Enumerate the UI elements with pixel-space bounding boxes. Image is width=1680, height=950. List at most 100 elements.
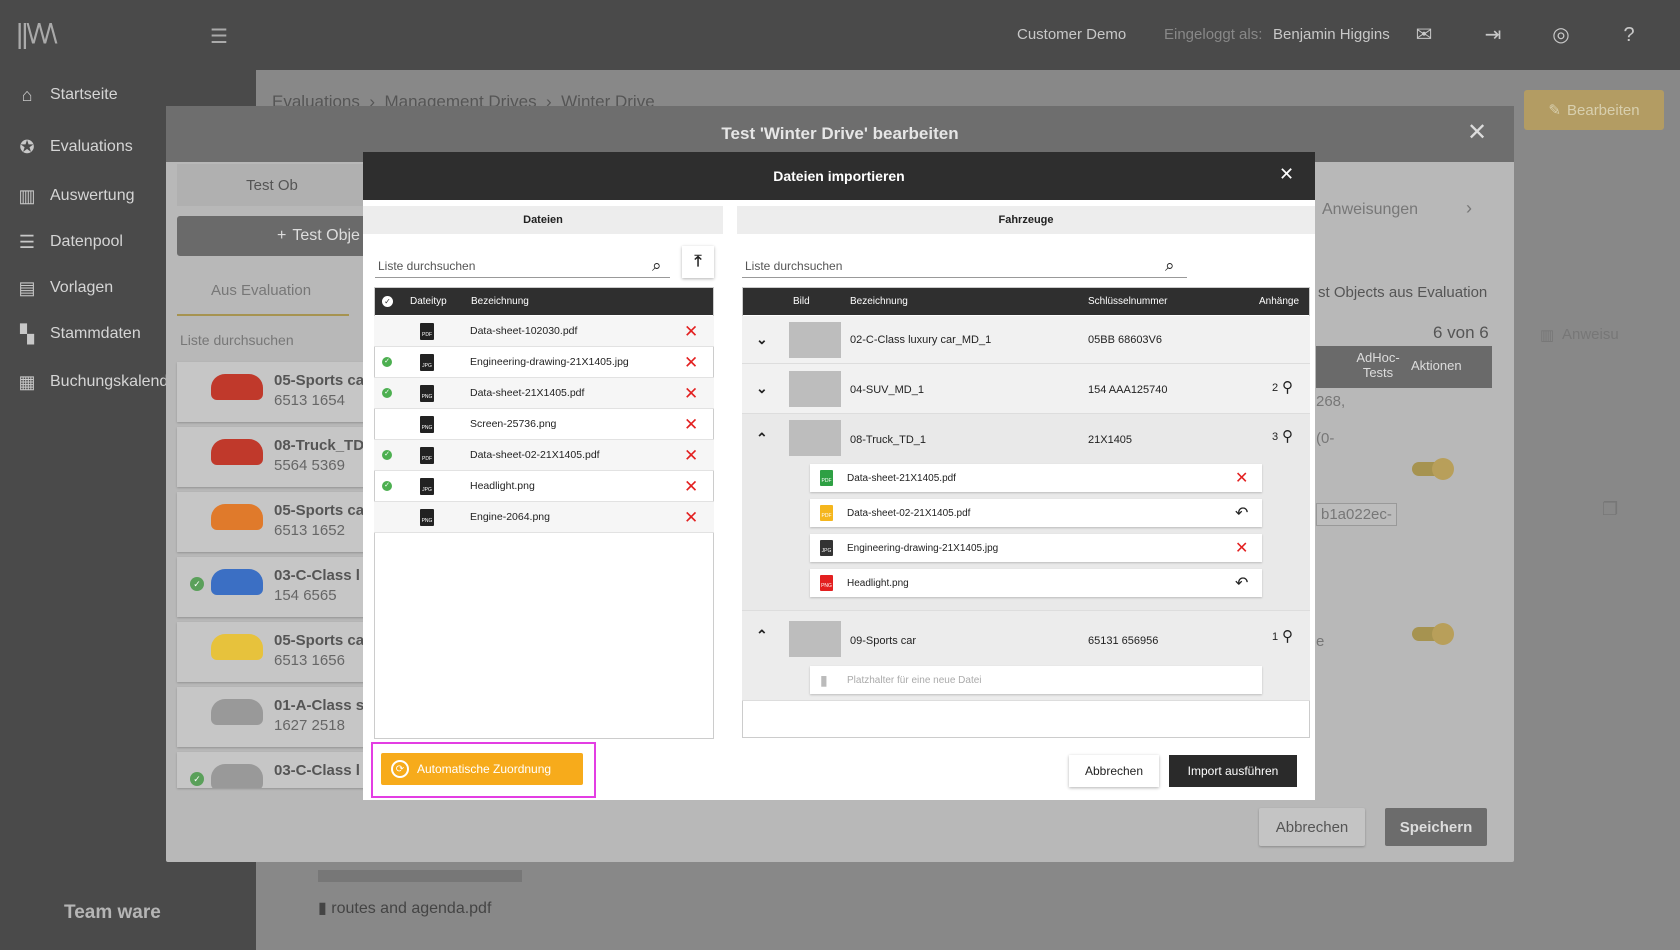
vehicle-card[interactable]: ✓ 03-C-Class l [177,752,367,788]
add-from-evaluation-button[interactable]: st Objects aus Evaluation [1318,284,1487,301]
tab-test-objects[interactable]: Test Ob [177,164,367,206]
sidebar-item-label: Auswertung [50,187,135,204]
vehicle-card[interactable]: 08-Truck_TD 5564 5369 [177,427,367,487]
close-icon[interactable]: ✕ [1279,164,1294,185]
file-row[interactable]: ✓ PNG Data-sheet-21X1405.pdf ✕ [374,378,714,409]
vehicle-card[interactable]: 01-A-Class s 1627 2518 [177,687,367,747]
search-icon[interactable]: ⌕ [652,256,662,276]
file-row[interactable]: ✓ JPG Headlight.png ✕ [374,471,714,502]
th-adhoc: AdHoc- Tests [1356,350,1400,380]
file-row[interactable]: PDF Data-sheet-102030.pdf ✕ [374,316,714,347]
attachment-name: Data-sheet-21X1405.pdf [847,472,956,484]
sidebar-item-datenpool[interactable]: ☰ Datenpool [16,227,123,257]
file-row[interactable]: PNG Engine-2064.png ✕ [374,502,714,533]
file-type-icon: PDF [420,322,434,340]
vehicle-row[interactable]: ⌄ 02-C-Class luxury car_MD_1 05BB 68603V… [742,316,1310,364]
sidebar-item-label: Evaluations [50,138,133,155]
tab-from-evaluation[interactable]: Aus Evaluation [211,282,311,299]
sidebar-item-auswertung[interactable]: ▥ Auswertung [16,181,135,211]
file-type-icon: JPG [820,540,833,556]
vehicle-key: 21X1405 [1088,434,1133,446]
file-row[interactable]: PNG Screen-25736.png ✕ [374,409,714,440]
file-name: Screen-25736.png [470,418,557,430]
vehicle-card[interactable]: 05-Sports ca 6513 1652 [177,492,367,552]
chevron-up-icon[interactable]: ⌃ [756,627,768,644]
search-input[interactable]: Liste durchsuchen [180,332,294,348]
paperclip-icon: ⚲ [1282,628,1293,645]
delete-icon[interactable]: ✕ [1235,468,1248,488]
sidebar-item-startseite[interactable]: ⌂ Startseite [16,80,118,110]
upload-button[interactable]: ⤒ [682,246,714,278]
vehicle-row[interactable]: ⌄ 04-SUV_MD_1 154 AAA125740 2 ⚲ [742,364,1310,414]
run-import-button[interactable]: Import ausführen [1169,755,1297,787]
attachment-item[interactable]: PNG Headlight.png ↶ [810,569,1262,597]
toggle-switch[interactable] [1412,458,1454,480]
attachment-item[interactable]: PDF Data-sheet-21X1405.pdf ✕ [810,464,1262,492]
toggle-switch[interactable] [1412,623,1454,645]
attachment-item[interactable]: JPG Engineering-drawing-21X1405.jpg ✕ [810,534,1262,562]
upload-icon: ⤒ [694,253,702,270]
file-icon: ▮ [318,900,327,917]
vehicle-card[interactable]: 05-Sports ca 6513 1654 [177,362,367,422]
sidebar-item-buchungskalender[interactable]: ▦ Buchungskalender [16,367,182,397]
logout-icon[interactable]: ⇥ [1480,22,1506,48]
vehicle-image [211,569,263,595]
tab-instructions[interactable]: Anweisungen [1322,201,1418,219]
globe-icon[interactable]: ◎ [1548,22,1574,48]
new-file-placeholder[interactable]: ▮ Platzhalter für eine neue Datei [810,666,1262,694]
vehicle-name: 08-Truck_TD [274,437,365,454]
file-add-icon: ▮ [820,671,828,688]
vehicle-name: 05-Sports ca [274,632,365,649]
delete-icon[interactable]: ✕ [684,354,698,371]
chevron-down-icon[interactable]: ⌄ [756,380,768,397]
list-icon: ☰ [18,231,36,252]
chevron-up-icon[interactable]: ⌃ [756,430,768,447]
sidebar-item-vorlagen[interactable]: ▤ Vorlagen [16,273,113,303]
menu-toggle-icon[interactable]: ☰ [210,24,228,49]
cancel-button[interactable]: Abbrechen [1259,808,1365,846]
sidebar-item-label: Stammdaten [50,325,141,342]
vehicle-image [211,439,263,465]
vehicle-name: 03-C-Class l [274,762,360,779]
text-fragment: (0- [1316,430,1335,447]
edit-button[interactable]: ✎ Bearbeiten [1524,90,1664,130]
delete-icon[interactable]: ✕ [684,478,698,495]
auto-assign-button[interactable]: ⟳ Automatische Zuordnung [381,753,583,785]
tab-instructions-2[interactable]: Anweisu [1562,326,1619,343]
vehicle-number: 5564 5369 [274,457,345,474]
attachment-item[interactable]: PDF Data-sheet-02-21X1405.pdf ↶ [810,499,1262,527]
vehicles-search-input[interactable]: Liste durchsuchen [742,248,1187,278]
cancel-button[interactable]: Abbrechen [1069,755,1159,787]
chevron-down-icon[interactable]: ⌄ [756,331,768,348]
search-icon[interactable]: ⌕ [1165,256,1175,276]
th-actions: Aktionen [1411,358,1462,373]
file-name: Headlight.png [470,480,535,492]
file-row[interactable]: ✓ JPG Engineering-drawing-21X1405.jpg ✕ [374,347,714,378]
delete-icon[interactable]: ✕ [684,385,698,402]
vehicle-card[interactable]: ✓ 03-C-Class l 154 6565 [177,557,367,617]
mail-icon[interactable]: ✉ [1411,22,1437,48]
attachment-preview [318,870,522,882]
delete-icon[interactable]: ✕ [684,323,698,340]
file-name: Data-sheet-102030.pdf [470,325,578,337]
undo-icon[interactable]: ↶ [1235,573,1248,593]
file-row[interactable]: ✓ PDF Data-sheet-02-21X1405.pdf ✕ [374,440,714,471]
delete-icon[interactable]: ✕ [684,509,698,526]
sidebar-item-stammdaten[interactable]: ▚ Stammdaten [16,319,141,349]
delete-icon[interactable]: ✕ [684,416,698,433]
vehicle-number: 6513 1654 [274,392,345,409]
save-button[interactable]: Speichern [1385,808,1487,846]
attachment-file[interactable]: ▮ routes and agenda.pdf [318,898,491,918]
sidebar-item-evaluations[interactable]: ✪ Evaluations [16,132,133,162]
calendar-icon: ▦ [18,371,36,392]
vehicle-card[interactable]: 05-Sports ca 6513 1656 [177,622,367,682]
copy-icon[interactable]: ❐ [1602,499,1618,520]
undo-icon[interactable]: ↶ [1235,503,1248,523]
add-test-object-button[interactable]: + Test Obje [177,216,367,256]
delete-icon[interactable]: ✕ [684,447,698,464]
delete-icon[interactable]: ✕ [1235,538,1248,558]
chevron-right-icon[interactable]: › [1466,198,1472,219]
close-icon[interactable]: ✕ [1467,118,1487,147]
help-icon[interactable]: ? [1616,22,1642,48]
files-search-input[interactable]: Liste durchsuchen [375,248,670,278]
